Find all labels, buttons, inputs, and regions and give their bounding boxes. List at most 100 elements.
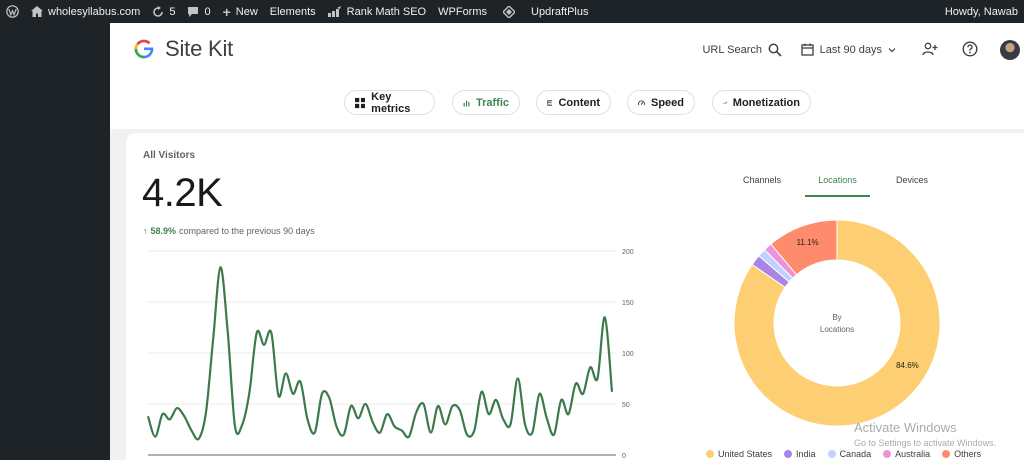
legend-swatch (942, 450, 951, 458)
data-point (184, 416, 185, 417)
data-point (249, 391, 250, 392)
data-point (408, 436, 409, 437)
elements-label: Elements (269, 5, 316, 18)
legend-label: Australia (895, 449, 931, 459)
site-kit-header: Site Kit URL Search Last 90 days (110, 23, 1024, 80)
data-point (423, 403, 424, 404)
chip-monetization[interactable]: Monetization (712, 90, 811, 115)
data-point (220, 267, 221, 268)
calendar-icon (800, 43, 814, 56)
chip-traffic-label: Traffic (475, 96, 509, 109)
data-point (546, 418, 547, 419)
chip-content[interactable]: Content (536, 90, 611, 115)
data-point (256, 332, 257, 333)
google-g-logo-icon (134, 39, 154, 59)
data-point (336, 426, 337, 427)
new-content-link[interactable]: + New (217, 0, 264, 23)
legend-item-india[interactable]: India (784, 449, 816, 459)
data-point (481, 391, 482, 392)
wpforms-label: WPForms (438, 5, 488, 18)
data-point (510, 424, 511, 425)
legend-item-australia[interactable]: Australia (883, 449, 930, 459)
wpforms-link[interactable]: WPForms (432, 0, 493, 23)
data-point (590, 367, 591, 368)
data-point (292, 393, 293, 394)
search-icon (768, 43, 782, 57)
legend-item-united-states[interactable]: United States (706, 449, 772, 459)
data-point (553, 434, 554, 435)
url-search-label: URL Search (702, 44, 762, 56)
data-point (169, 419, 170, 420)
site-kit-logo[interactable]: Site Kit (133, 36, 233, 62)
add-user-button[interactable] (922, 41, 938, 57)
data-point (401, 430, 402, 431)
locations-donut-chart: 84.6% 11.1% By Locations (733, 219, 941, 427)
dashboard-navigation: Key metrics Traffic Content Speed Moneti… (110, 80, 1024, 129)
help-button[interactable] (962, 41, 978, 57)
data-point (329, 397, 330, 398)
rank-math-link[interactable]: Rank Math SEO (322, 0, 432, 23)
updates-link[interactable]: 5 (146, 0, 181, 23)
header-actions: URL Search Last 90 days (624, 23, 1024, 80)
data-point (162, 414, 163, 415)
chip-traffic[interactable]: Traffic (452, 90, 520, 115)
legend-swatch (706, 450, 714, 458)
data-point (387, 414, 388, 415)
bar-chart-icon (463, 100, 470, 106)
account-menu[interactable]: Howdy, Nawab (939, 0, 1024, 23)
admin-sidebar (0, 23, 110, 460)
data-point (394, 426, 395, 427)
data-point (539, 393, 540, 394)
data-point (437, 405, 438, 406)
elements-link[interactable]: Elements (264, 0, 322, 23)
chip-speed[interactable]: Speed (627, 90, 695, 115)
data-point (198, 438, 199, 439)
tab-channels[interactable]: Channels (732, 175, 792, 197)
grid-icon (355, 97, 366, 108)
legend-swatch (784, 450, 793, 458)
legend-label: India (796, 449, 816, 459)
data-point (474, 430, 475, 431)
data-point (205, 412, 206, 413)
site-name-link[interactable]: wholesyllabus.com (25, 0, 146, 23)
data-point (597, 378, 598, 379)
data-point (503, 419, 504, 420)
wordpress-logo-icon[interactable] (0, 0, 25, 23)
comments-link[interactable]: 0 (181, 0, 216, 23)
data-point (285, 373, 286, 374)
watermark-subtitle: Go to Settings to activate Windows. (854, 438, 997, 448)
tab-devices[interactable]: Devices (882, 175, 942, 197)
data-point (459, 410, 460, 411)
legend-item-canada[interactable]: Canada (827, 449, 871, 459)
data-point (582, 393, 583, 394)
data-point (445, 424, 446, 425)
y-tick-label: 50 (622, 402, 630, 409)
data-point (321, 393, 322, 394)
user-avatar[interactable] (1000, 40, 1020, 60)
y-tick-label: 0 (622, 453, 626, 460)
donut-legend: United States India Canada Australia Others (706, 449, 981, 459)
data-point (430, 432, 431, 433)
chip-content-label: Content (558, 96, 600, 109)
diamond-plugin-icon[interactable] (493, 0, 525, 23)
chip-key-metrics-label: Key metrics (371, 90, 411, 115)
site-kit-title: Site Kit (165, 36, 234, 61)
chip-key-metrics[interactable]: Key metrics (344, 90, 435, 115)
data-point (379, 432, 380, 433)
site-name-label: wholesyllabus.com (48, 5, 141, 18)
date-range-label: Last 90 days (819, 43, 882, 56)
home-icon (31, 6, 43, 17)
legend-label: Others (954, 449, 982, 459)
admin-bar: wholesyllabus.com 5 0 + New Elements Ran… (0, 0, 1024, 23)
legend-item-others[interactable]: Others (942, 449, 981, 459)
comments-count: 0 (204, 5, 211, 18)
date-range-selector[interactable]: Last 90 days (800, 43, 896, 56)
data-point (263, 344, 264, 345)
legend-swatch (827, 450, 836, 458)
data-point (176, 408, 177, 409)
url-search-button[interactable]: URL Search (702, 43, 782, 57)
tab-locations[interactable]: Locations (805, 175, 870, 197)
data-point (517, 378, 518, 379)
data-point (568, 414, 569, 415)
updraftplus-link[interactable]: UpdraftPlus (525, 0, 594, 23)
